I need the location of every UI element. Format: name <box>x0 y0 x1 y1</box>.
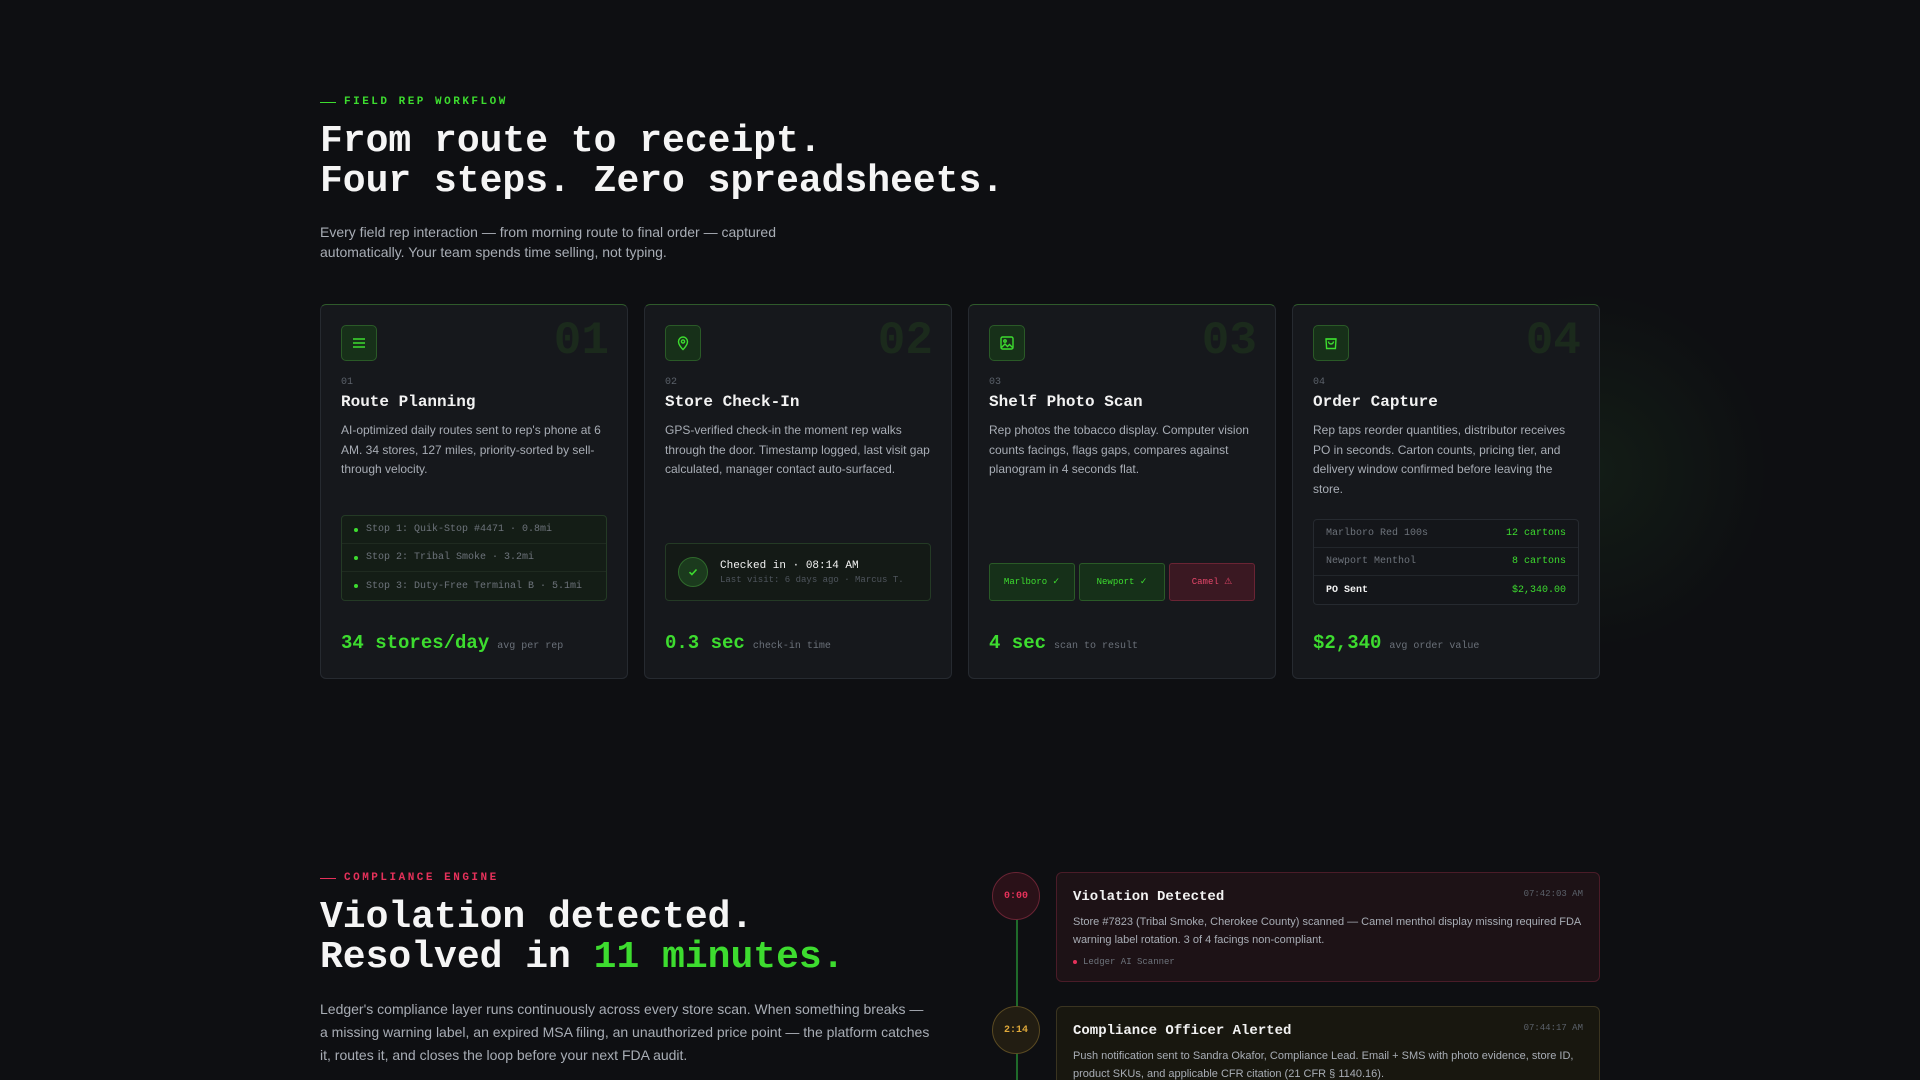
workflow-title-line1: From route to receipt. <box>320 120 822 163</box>
card-stat: $2,340 avg order value <box>1313 632 1479 654</box>
timeline-item: 0:00 Violation Detected 07:42:03 AM Stor… <box>992 872 1600 982</box>
checkin-title: Checked in · 08:14 AM <box>720 559 859 572</box>
order-summary: Marlboro Red 100s 12 cartons Newport Men… <box>1313 519 1579 605</box>
checkin-text: Checked in · 08:14 AM Last visit: 6 days… <box>720 560 904 585</box>
timeline-card-body: Push notification sent to Sandra Okafor,… <box>1073 1050 1574 1080</box>
order-item: PO Sent <box>1326 584 1369 596</box>
image-icon <box>989 325 1025 361</box>
stat-unit: scan to result <box>1054 641 1139 652</box>
timeline-badge: 2:14 <box>992 1006 1040 1054</box>
compliance-title-highlight: 11 minutes. <box>593 936 845 979</box>
timeline-card-title: Compliance Officer Alerted <box>1073 1023 1292 1039</box>
card-big-number: 02 <box>877 315 933 367</box>
timeline-source: Ledger AI Scanner <box>1073 957 1583 967</box>
card-big-number: 03 <box>1201 315 1257 367</box>
compliance-eyebrow: COMPLIANCE ENGINE <box>320 872 940 884</box>
timeline-item: 2:14 Compliance Officer Alerted 07:44:17… <box>992 1006 1600 1080</box>
compliance-section: COMPLIANCE ENGINE Violation detected. Re… <box>320 872 940 1067</box>
stat-value: 4 sec <box>989 632 1047 654</box>
timeline-timestamp: 07:44:17 AM <box>1523 1023 1583 1033</box>
eyebrow-dash <box>320 877 336 879</box>
workflow-lead: Every field rep interaction — from morni… <box>320 224 776 260</box>
route-stop-text: Stop 1: Quik-Stop #4471 · 0.8mi <box>366 524 553 535</box>
stat-value: 0.3 sec <box>665 632 745 654</box>
order-item: Marlboro Red 100s <box>1326 528 1429 539</box>
stat-unit: avg order value <box>1389 641 1480 652</box>
map-pin-icon <box>665 325 701 361</box>
card-store-check-in[interactable]: 02 02 Store Check-In GPS-verified check-… <box>644 304 952 679</box>
brand-scan-results: Marlboro ✓ Newport ✓ Camel ⚠ <box>989 563 1255 601</box>
card-description: Rep photos the tobacco display. Computer… <box>989 423 1249 476</box>
order-row-po-sent: PO Sent $2,340.00 <box>1314 576 1578 604</box>
stop-dot <box>354 527 358 532</box>
eyebrow-dash <box>320 101 336 103</box>
compliance-title: Violation detected. Resolved in 11 minut… <box>320 898 940 978</box>
order-total: $2,340.00 <box>1511 584 1566 596</box>
workflow-section: FIELD REP WORKFLOW From route to receipt… <box>320 96 1600 679</box>
card-small-number: 02 <box>665 377 678 388</box>
timeline-card-title: Violation Detected <box>1073 889 1225 905</box>
check-icon <box>678 557 708 587</box>
stop-dot <box>354 584 358 588</box>
workflow-cards: 01 01 Route Planning AI-optimized daily … <box>320 304 1600 679</box>
route-stops-list: Stop 1: Quik-Stop #4471 · 0.8mi Stop 2: … <box>341 515 607 601</box>
card-order-capture[interactable]: 04 04 Order Capture Rep taps reorder qua… <box>1292 304 1600 679</box>
card-title: Route Planning <box>341 393 476 411</box>
shopping-bag-icon <box>1313 325 1349 361</box>
route-stop-text: Stop 3: Duty-Free Terminal B · 5.1mi <box>366 580 583 592</box>
workflow-eyebrow: FIELD REP WORKFLOW <box>320 96 1600 108</box>
brand-chip-camel: Camel ⚠ <box>1169 563 1255 601</box>
timeline-card-officer-alerted[interactable]: Compliance Officer Alerted 07:44:17 AM P… <box>1056 1006 1600 1080</box>
route-stop: Stop 1: Quik-Stop #4471 · 0.8mi <box>342 516 606 544</box>
order-row: Newport Menthol 8 cartons <box>1314 548 1578 576</box>
timeline-badge: 0:00 <box>992 872 1040 920</box>
card-stat: 4 sec scan to result <box>989 632 1138 654</box>
card-title: Shelf Photo Scan <box>989 393 1143 411</box>
card-route-planning[interactable]: 01 01 Route Planning AI-optimized daily … <box>320 304 628 679</box>
compliance-lead: Ledger's compliance layer runs continuou… <box>320 1001 930 1063</box>
card-stat: 34 stores/day avg per rep <box>341 632 563 654</box>
timeline-timestamp: 07:42:03 AM <box>1523 889 1583 899</box>
card-description: AI-optimized daily routes sent to rep's … <box>341 423 601 476</box>
source-dot <box>1073 960 1077 964</box>
card-small-number: 01 <box>341 377 354 388</box>
list-icon <box>341 325 377 361</box>
timeline-card-violation[interactable]: Violation Detected 07:42:03 AM Store #78… <box>1056 872 1600 982</box>
order-item: Newport Menthol <box>1326 556 1417 567</box>
card-small-number: 03 <box>989 377 1002 388</box>
brand-chip-marlboro: Marlboro ✓ <box>989 563 1075 601</box>
order-qty: 8 cartons <box>1511 556 1566 567</box>
compliance-title-line2-prefix: Resolved in <box>320 936 594 979</box>
workflow-title-line2: Four steps. Zero spreadsheets. <box>320 160 1005 203</box>
card-small-number: 04 <box>1313 377 1326 388</box>
order-qty: 12 cartons <box>1505 528 1566 539</box>
workflow-title: From route to receipt. Four steps. Zero … <box>320 122 1600 202</box>
stat-value: $2,340 <box>1313 632 1382 654</box>
stop-dot <box>354 555 358 560</box>
workflow-eyebrow-text: FIELD REP WORKFLOW <box>344 96 508 108</box>
timeline-source-text: Ledger AI Scanner <box>1083 957 1175 967</box>
stat-value: 34 stores/day <box>341 632 490 654</box>
brand-chip-newport: Newport ✓ <box>1079 563 1165 601</box>
card-stat: 0.3 sec check-in time <box>665 632 831 654</box>
compliance-eyebrow-text: COMPLIANCE ENGINE <box>344 872 499 884</box>
compliance-title-line1: Violation detected. <box>320 896 754 939</box>
card-title: Order Capture <box>1313 393 1438 411</box>
card-description: GPS-verified check-in the moment rep wal… <box>665 423 930 476</box>
order-row: Marlboro Red 100s 12 cartons <box>1314 520 1578 548</box>
route-stop: Stop 3: Duty-Free Terminal B · 5.1mi <box>342 572 606 600</box>
card-shelf-photo-scan[interactable]: 03 03 Shelf Photo Scan Rep photos the to… <box>968 304 1276 679</box>
compliance-timeline: 0:00 Violation Detected 07:42:03 AM Stor… <box>992 872 1600 1080</box>
card-description: Rep taps reorder quantities, distributor… <box>1313 423 1566 496</box>
stat-unit: check-in time <box>752 641 831 652</box>
timeline-card-body: Store #7823 (Tribal Smoke, Cherokee Coun… <box>1073 916 1581 946</box>
checkin-status: Checked in · 08:14 AM Last visit: 6 days… <box>665 543 931 601</box>
checkin-subtitle: Last visit: 6 days ago · Marcus T. <box>720 574 904 585</box>
route-stop-text: Stop 2: Tribal Smoke · 3.2mi <box>366 552 535 563</box>
stat-unit: avg per rep <box>497 641 564 652</box>
route-stop: Stop 2: Tribal Smoke · 3.2mi <box>342 544 606 572</box>
card-big-number: 04 <box>1525 315 1581 367</box>
card-big-number: 01 <box>553 315 609 367</box>
card-title: Store Check-In <box>665 393 800 411</box>
